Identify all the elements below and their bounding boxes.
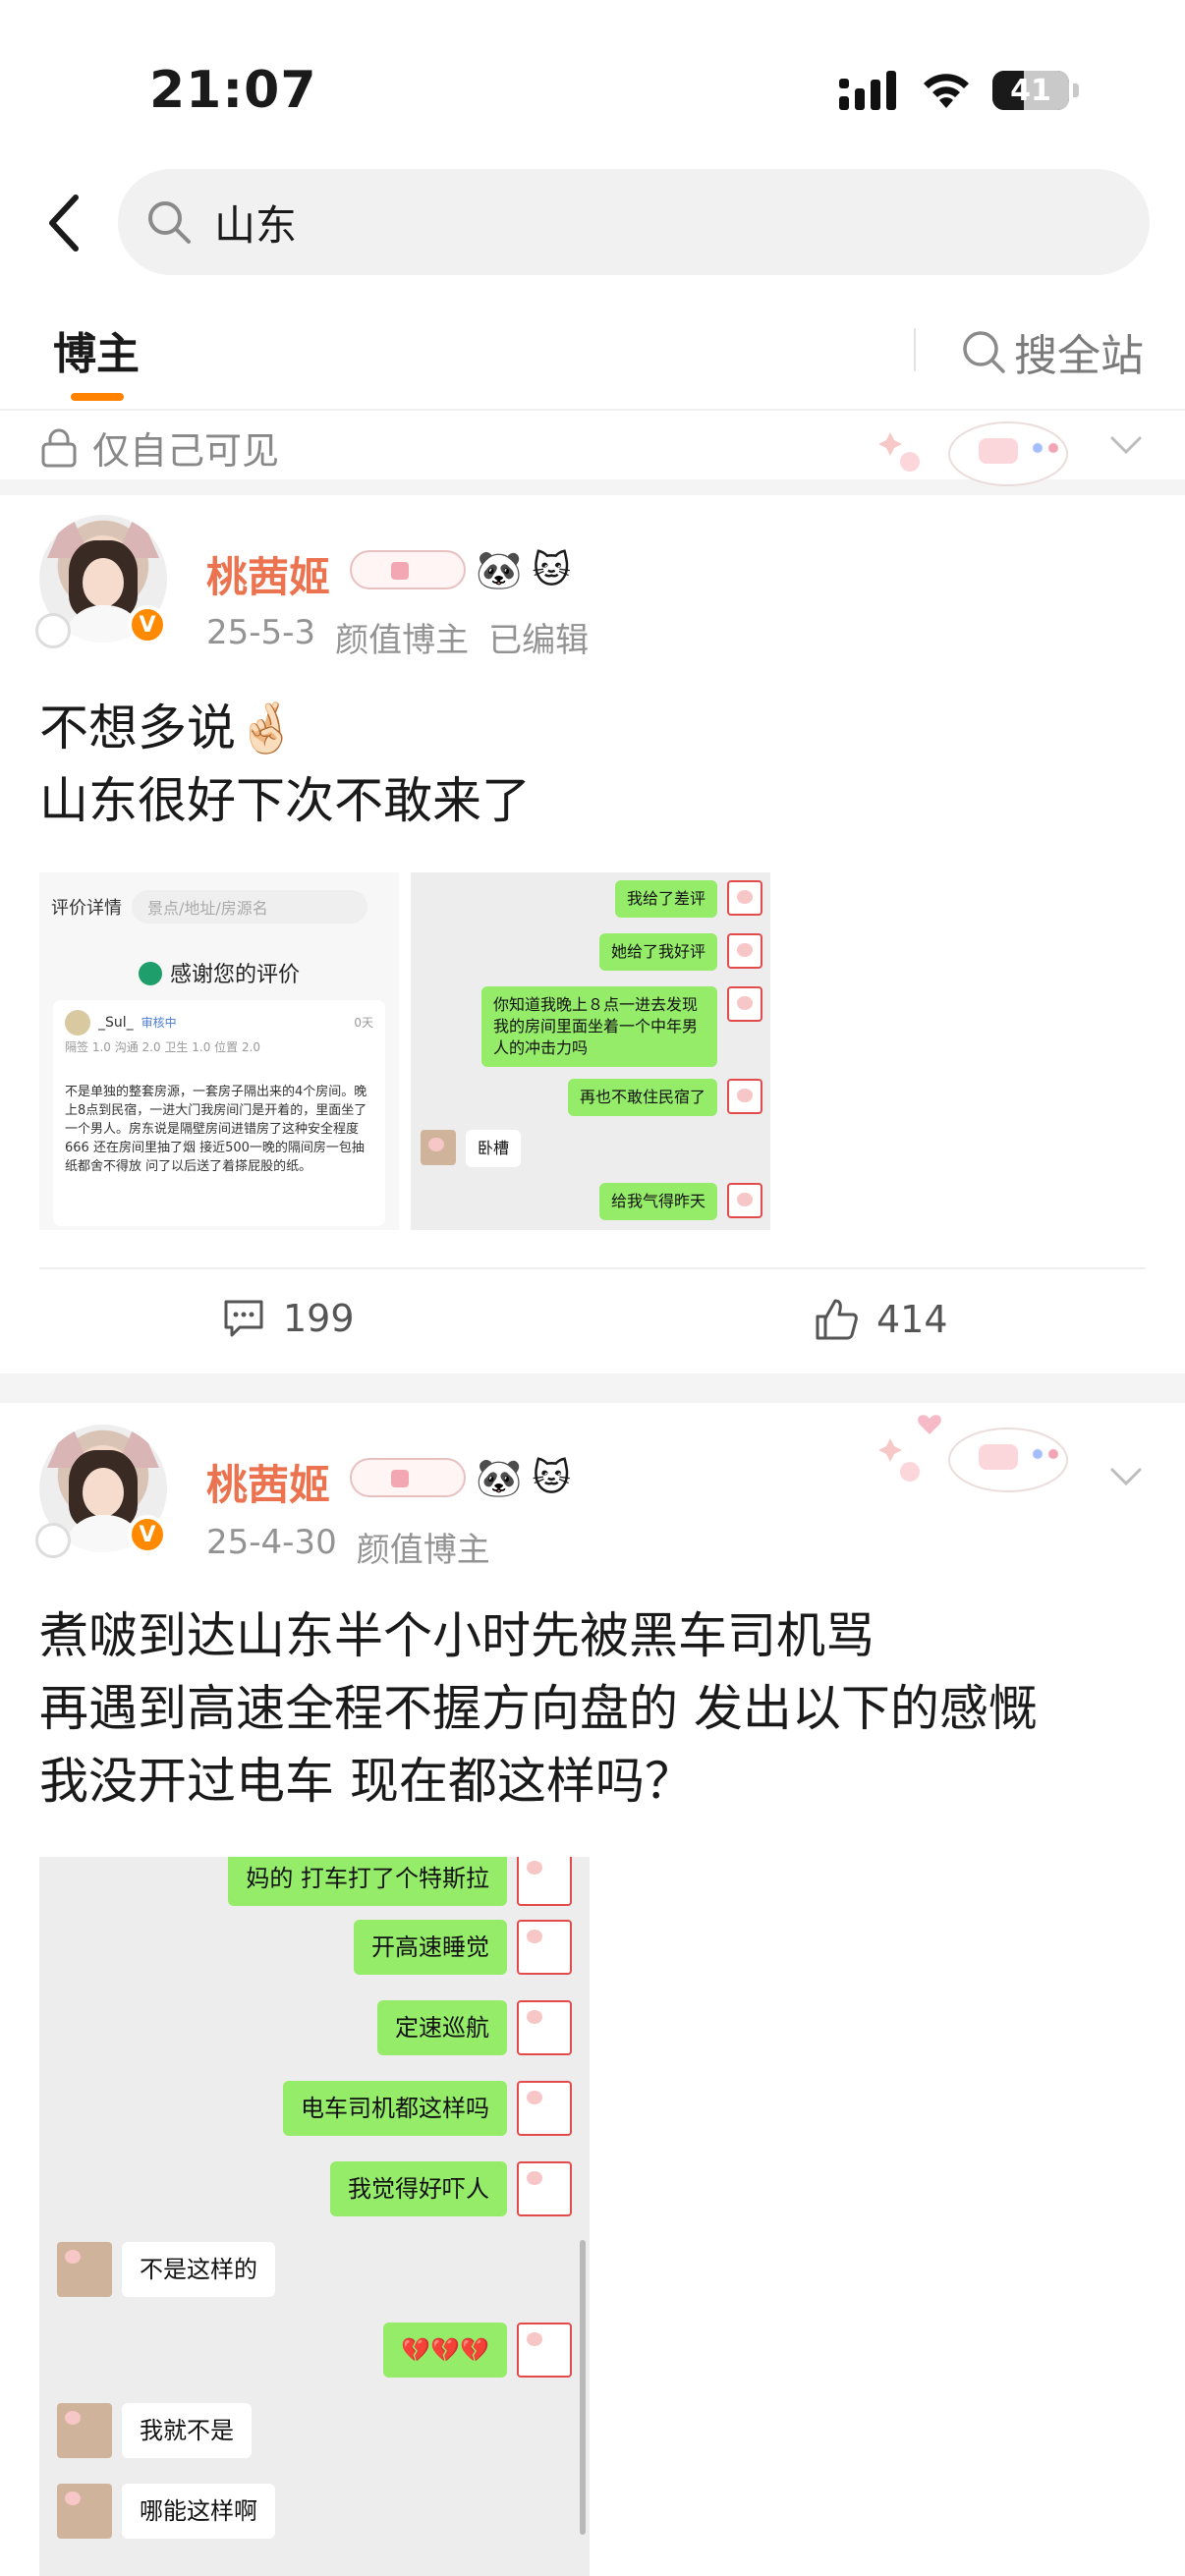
sticker-decoration-icon (878, 1415, 1068, 1492)
review-status: 审核中 (141, 1016, 177, 1030)
tab-divider (914, 328, 916, 371)
author-name[interactable]: 桃茜姬 (206, 1452, 330, 1512)
status-icons: 41 (839, 71, 1079, 110)
post-actions: 199 414 (39, 1267, 1146, 1373)
post-text-line: 山东很好下次不敢来了 (39, 772, 531, 829)
post-meta: 25-4-30 颜值博主 (206, 1523, 490, 1571)
chat-message: 卧槽 (421, 1130, 522, 1167)
chat-message: 妈的 打车打了个特斯拉 (228, 1857, 572, 1906)
review-date: 0天 (354, 1016, 373, 1030)
search-all-label: 搜全站 (1014, 331, 1144, 381)
post-text: 煮啵到达山东半个小时先被黑车司机骂 再遇到高速全程不握方向盘的 发出以下的感慨 … (39, 1599, 1038, 1818)
post-image-chat[interactable]: 妈的 打车打了个特斯拉 开高速睡觉 定速巡航 电车司机都这样吗 我觉得好吓人 不… (39, 1857, 590, 2576)
search-icon (963, 331, 1005, 373)
review-search-box: 景点/地址/房源名 (132, 890, 367, 924)
search-all-button[interactable]: 搜全站 (961, 320, 1144, 383)
post-card: V 桃茜姬 🐼 🐱 25-5-3 颜值博主 已编辑 不想多说🤞🏻 山东很好下次不… (0, 495, 1185, 1373)
post-date: 25-5-3 (206, 613, 316, 652)
chat-message: 我觉得好吓人 (330, 2161, 572, 2216)
chevron-down-icon[interactable] (1106, 424, 1146, 464)
like-count: 414 (876, 1298, 948, 1341)
battery-icon: 41 (992, 71, 1069, 110)
chat-message: 你知道我晚上８点一进去发现我的房间里面坐着一个中年男人的冲击力吗 (481, 986, 762, 1067)
comment-icon (224, 1300, 263, 1337)
post-edited: 已编辑 (488, 621, 590, 660)
panda-icon: 🐼 (476, 1456, 523, 1499)
review-user-name: _Sul_ (98, 1015, 134, 1031)
chat-message: 定速巡航 (377, 2000, 572, 2055)
status-time: 21:07 (149, 61, 317, 120)
verified-badge-icon: V (128, 1515, 167, 1554)
post-image-review[interactable]: 评价详情 景点/地址/房源名 感谢您的评价 _Sul_ 审核中 0天 隔签 1.… (39, 872, 399, 1230)
visibility-label: 仅自己可见 (92, 429, 280, 473)
comment-button[interactable]: 199 (222, 1297, 355, 1340)
search-icon (148, 201, 191, 244)
post-date: 25-4-30 (206, 1523, 337, 1562)
chat-message: 我给了差评 (614, 880, 762, 918)
author-name[interactable]: 桃茜姬 (206, 544, 330, 604)
chat-message: 💔💔💔 (383, 2323, 572, 2378)
chat-message: 她给了我好评 (598, 933, 762, 971)
chat-message: 不是这样的 (57, 2242, 275, 2297)
post-text-line: 再遇到高速全程不握方向盘的 发出以下的感慨 (39, 1680, 1038, 1737)
avatar-frame-badge (35, 613, 71, 648)
partial-post-footer: 仅自己可见 (0, 411, 1185, 495)
review-back-label: 评价详情 (51, 898, 122, 919)
chat-message: 我就不是 (57, 2403, 252, 2458)
like-button[interactable]: 414 (814, 1297, 948, 1342)
author-avatar[interactable]: V (35, 1425, 167, 1558)
cellular-signal-icon (839, 71, 896, 110)
verified-badge-icon: V (128, 605, 167, 644)
comment-count: 199 (283, 1297, 355, 1340)
search-header (0, 169, 1185, 277)
post-text-line: 不想多说🤞🏻 (39, 700, 298, 756)
back-button[interactable] (29, 189, 98, 257)
chat-scrollbar (580, 2240, 586, 2535)
post-text-line: 我没开过电车 现在都这样吗？ (39, 1753, 694, 1810)
visibility-indicator: 仅自己可见 (39, 420, 279, 475)
member-badge-icon (350, 1458, 466, 1497)
review-scores: 隔签 1.0 沟通 2.0 卫生 1.0 位置 2.0 (65, 1040, 261, 1054)
tab-indicator (71, 393, 124, 401)
post-image-chat[interactable]: 我给了差评 她给了我好评 你知道我晚上８点一进去发现我的房间里面坐着一个中年男人… (411, 872, 770, 1230)
search-input[interactable] (214, 197, 1000, 247)
chevron-left-icon (49, 195, 79, 252)
chevron-down-icon[interactable] (1106, 1456, 1146, 1495)
review-body: 不是单独的整套房源，一套房子隔出来的4个房间。晚上8点到民宿，一进大门我房间门是… (65, 1085, 367, 1174)
post-card: V 桃茜姬 🐼 🐱 25-4-30 颜值博主 煮啵到达山东半个小时先被黑车司机骂… (0, 1403, 1185, 2576)
author-badges: 🐼 🐱 (350, 550, 571, 589)
chat-message: 开高速睡觉 (354, 1920, 572, 1975)
section-divider (0, 1373, 1185, 1403)
post-meta: 25-5-3 颜值博主 已编辑 (206, 613, 589, 661)
review-card: _Sul_ 审核中 0天 隔签 1.0 沟通 2.0 卫生 1.0 位置 2.0… (53, 1000, 385, 1226)
avatar-frame-badge (35, 1523, 71, 1558)
lock-icon (41, 428, 77, 467)
cat-icon: 🐱 (532, 1456, 571, 1499)
review-thanks: 感谢您的评价 (39, 957, 399, 988)
battery-level: 41 (1010, 73, 1051, 108)
chat-message: 哪能这样啊 (57, 2484, 275, 2539)
wifi-icon (924, 74, 969, 108)
thumbs-up-icon (816, 1299, 858, 1340)
chat-message: 电车司机都这样吗 (283, 2081, 572, 2136)
panda-icon: 🐼 (476, 548, 523, 591)
post-category: 颜值博主 (335, 621, 470, 660)
chat-message: 给我气得昨天 (598, 1183, 762, 1220)
sticker-decoration-icon (878, 421, 1068, 486)
author-badges: 🐼 🐱 (350, 1458, 571, 1497)
post-category: 颜值博主 (356, 1531, 490, 1570)
search-bar[interactable] (118, 169, 1150, 275)
post-text-line: 煮啵到达山东半个小时先被黑车司机骂 (39, 1607, 875, 1664)
tab-bar: 博主 搜全站 (0, 307, 1185, 411)
member-badge-icon (350, 550, 466, 589)
tab-blogger[interactable]: 博主 (53, 318, 140, 381)
status-bar: 21:07 41 (0, 0, 1185, 157)
post-text: 不想多说🤞🏻 山东很好下次不敢来了 (39, 692, 531, 837)
chat-message: 再也不敢住民宿了 (567, 1079, 762, 1116)
cat-icon: 🐱 (532, 548, 571, 591)
author-avatar[interactable]: V (35, 515, 167, 648)
